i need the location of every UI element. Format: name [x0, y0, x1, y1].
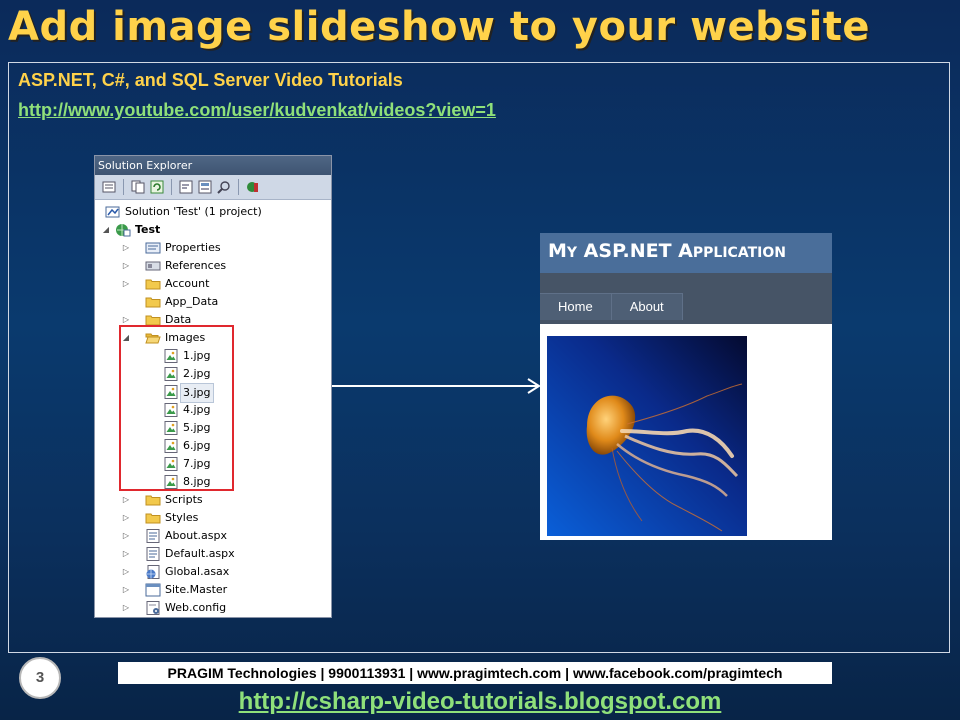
expand-arrow-icon[interactable]: ▷ [121, 509, 131, 527]
expand-arrow-icon[interactable]: ▷ [121, 257, 131, 275]
folder-icon [145, 493, 161, 507]
properties-icon [145, 241, 161, 255]
tree-item-label: Account [165, 277, 210, 290]
tree-item[interactable]: ▷ About.aspx [95, 527, 331, 545]
subtitle: ASP.NET, C#, and SQL Server Video Tutori… [18, 70, 403, 90]
menu-home[interactable]: Home [540, 293, 612, 320]
expand-arrow-icon[interactable]: ▷ [121, 545, 131, 563]
tree-item[interactable]: Solution 'Test' (1 project) [95, 203, 331, 221]
arrow-right-icon [332, 378, 541, 394]
asp-menu: Home About [540, 293, 683, 320]
show-all-files-icon[interactable] [130, 179, 146, 195]
tree-item[interactable]: ▷ Account [95, 275, 331, 293]
tree-item-label: References [165, 259, 227, 272]
tree-item-label: Solution 'Test' (1 project) [125, 205, 262, 218]
tree-item[interactable]: ▷ Site.Master [95, 581, 331, 599]
title-small-caps: PPLICATION [692, 245, 786, 261]
tree-item-label: Properties [165, 241, 221, 254]
refresh-icon[interactable] [149, 179, 165, 195]
tree-item-label: About.aspx [165, 529, 227, 542]
menu-about[interactable]: About [611, 293, 683, 320]
title-small-caps: Y [566, 245, 578, 261]
slide-title: Add image slideshow to your website [8, 4, 871, 50]
expand-arrow-icon[interactable]: ▷ [121, 563, 131, 581]
images-highlight-box [119, 325, 234, 491]
blog-link[interactable]: http://csharp-video-tutorials.blogspot.c… [0, 688, 960, 716]
global-asax-icon [145, 565, 161, 579]
tree-item-label: Site.Master [165, 583, 228, 596]
solution-icon [105, 205, 121, 219]
asp-page-title: MY ASP.NET APPLICATION [540, 233, 832, 273]
title-main: ASP.NET A [577, 240, 693, 262]
toolbar-separator [171, 179, 172, 195]
footer-bar: PRAGIM Technologies | 9900113931 | www.p… [118, 662, 832, 684]
view-designer-icon[interactable] [197, 179, 213, 195]
folder-icon [145, 295, 161, 309]
tree-item[interactable]: ▷ References [95, 257, 331, 275]
tree-item-label: Styles [165, 511, 199, 524]
config-file-icon [145, 601, 161, 615]
master-page-icon [145, 583, 161, 597]
tree-item[interactable]: ▷ Scripts [95, 491, 331, 509]
expand-arrow-icon[interactable]: ▷ [121, 239, 131, 257]
tree-item[interactable]: App_Data [95, 293, 331, 311]
tree-item[interactable]: ▷ Web.config [95, 599, 331, 617]
expand-arrow-icon[interactable]: ▷ [121, 527, 131, 545]
solution-explorer-header: Solution Explorer [95, 156, 331, 175]
tree-item[interactable]: ◢ Test [95, 221, 331, 239]
tree-item-label: Scripts [165, 493, 203, 506]
expand-arrow-icon[interactable]: ▷ [121, 491, 131, 509]
jellyfish-image [547, 336, 747, 536]
tree-item[interactable]: ▷ Properties [95, 239, 331, 257]
aspx-file-icon [145, 529, 161, 543]
properties-toolbar-icon[interactable] [101, 179, 117, 195]
tree-item-label: Global.asax [165, 565, 230, 578]
tree-item-label: App_Data [165, 295, 219, 308]
tree-item[interactable]: ▷ Default.aspx [95, 545, 331, 563]
folder-icon [145, 511, 161, 525]
references-icon [145, 259, 161, 273]
class-diagram-icon[interactable] [216, 179, 232, 195]
expand-arrow-icon[interactable]: ▷ [121, 275, 131, 293]
tree-item[interactable]: ▷ Global.asax [95, 563, 331, 581]
asp-config-icon[interactable] [245, 179, 261, 195]
web-project-icon [115, 223, 131, 237]
title-letter: M [548, 240, 567, 262]
tree-item-label: Web.config [165, 601, 227, 614]
youtube-link[interactable]: http://www.youtube.com/user/kudvenkat/vi… [18, 100, 496, 121]
collapse-arrow-icon[interactable]: ◢ [101, 221, 111, 239]
expand-arrow-icon[interactable]: ▷ [121, 581, 131, 599]
asp-nav-bar: Home About [540, 273, 832, 324]
tree-item[interactable]: ▷ Styles [95, 509, 331, 527]
view-code-icon[interactable] [178, 179, 194, 195]
toolbar-separator [238, 179, 239, 195]
solution-explorer-toolbar [95, 175, 331, 200]
expand-arrow-icon[interactable]: ▷ [121, 599, 131, 617]
asp-page-preview: MY ASP.NET APPLICATION Home About [540, 233, 832, 540]
tree-item-label: Default.aspx [165, 547, 235, 560]
aspx-file-icon [145, 547, 161, 561]
tree-item-label: Test [135, 223, 161, 236]
toolbar-separator [123, 179, 124, 195]
folder-icon [145, 277, 161, 291]
